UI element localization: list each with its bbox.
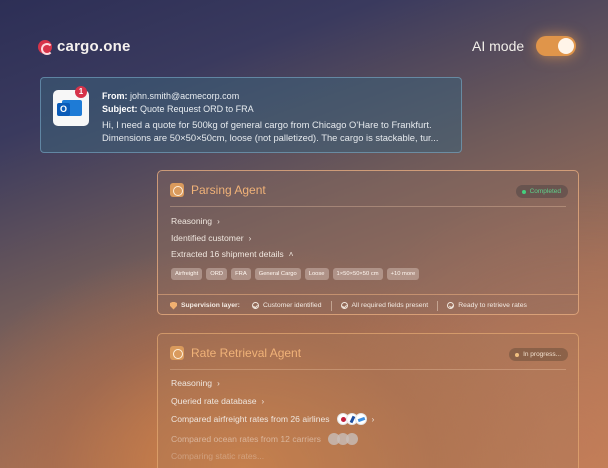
chevron-right-icon: › — [261, 396, 265, 406]
step-label: Compared airfreight rates from 26 airlin… — [171, 414, 330, 424]
carrier-logo-icon — [345, 433, 358, 445]
carrier-logos — [327, 433, 358, 445]
outlook-o-icon: O — [57, 103, 70, 116]
chevron-up-icon: ˄ — [288, 249, 294, 259]
rate-retrieval-agent-card: Rate Retrieval Agent In progress... Reas… — [157, 333, 579, 468]
step-compared-ocean: Compared ocean rates from 12 carriers — [171, 433, 358, 445]
status-dot-icon — [515, 352, 520, 357]
check-label: Ready to retrieve rates — [458, 302, 527, 309]
status-text: In progress... — [523, 351, 561, 358]
cargo-one-logo-icon — [38, 39, 53, 55]
subject-label: Subject: — [102, 104, 138, 114]
parsing-agent-card: Parsing Agent Completed Reasoning › Iden… — [157, 170, 579, 315]
step-identified-customer[interactable]: Identified customer › — [171, 233, 251, 243]
toggle-knob — [558, 38, 575, 54]
divider — [170, 206, 566, 207]
check-circle-icon — [251, 302, 259, 309]
agent-icon — [170, 346, 184, 360]
agent-header: Rate Retrieval Agent — [170, 346, 301, 360]
status-text: Completed — [529, 188, 561, 195]
chip: Loose — [304, 268, 329, 280]
step-label: Identified customer — [171, 233, 244, 243]
agent-icon — [170, 183, 184, 197]
step-comparing-static: Comparing static rates... — [171, 451, 264, 461]
airline-logo-icon — [354, 413, 367, 425]
email-subject: Quote Request ORD to FRA — [140, 104, 254, 114]
chip: ORD — [206, 268, 228, 280]
supervision-check: Ready to retrieve rates — [447, 302, 527, 309]
email-body-line: Dimensions are 50×50×50cm, loose (not pa… — [102, 132, 439, 143]
email-from-row: From: john.smith@acmecorp.com — [102, 90, 254, 103]
shipment-chips: Airfreight ORD FRA General Cargo Loose 1… — [171, 268, 420, 280]
step-label: Reasoning — [171, 216, 213, 226]
chip: Airfreight — [171, 268, 203, 280]
agent-title: Parsing Agent — [191, 183, 266, 197]
step-queried-rate-database[interactable]: Queried rate database › — [171, 396, 264, 406]
email-body-line: Hi, I need a quote for 500kg of general … — [102, 119, 432, 130]
supervision-check: Customer identified — [251, 302, 322, 309]
check-circle-icon — [340, 302, 348, 309]
status-badge: In progress... — [509, 348, 568, 361]
email-meta: From: john.smith@acmecorp.com Subject: Q… — [102, 90, 254, 116]
brand-name: cargo.one — [57, 38, 131, 55]
separator — [330, 300, 332, 311]
check-circle-icon — [447, 302, 455, 309]
status-badge: Completed — [515, 185, 568, 198]
outlook-icon: O 1 — [53, 86, 89, 126]
step-label: Extracted 16 shipment details — [171, 249, 284, 259]
chip: General Cargo — [254, 268, 301, 280]
supervision-check: All required fields present — [340, 302, 429, 309]
supervision-layer: Supervision layer: Customer identified A… — [158, 294, 578, 316]
chevron-right-icon: › — [371, 414, 375, 424]
step-label: Reasoning — [171, 378, 213, 388]
separator — [437, 300, 439, 311]
agent-header: Parsing Agent — [170, 183, 266, 197]
email-subject-row: Subject: Quote Request ORD to FRA — [102, 103, 254, 116]
chip: 1×50×50×50 cm — [332, 268, 383, 280]
chevron-right-icon: › — [217, 378, 220, 388]
step-label: Comparing static rates... — [171, 451, 265, 461]
check-label: All required fields present — [351, 302, 429, 309]
email-from: john.smith@acmecorp.com — [130, 91, 240, 101]
more-chip[interactable]: +10 more — [386, 268, 420, 280]
step-label: Queried rate database — [171, 396, 257, 406]
step-reasoning[interactable]: Reasoning › — [171, 216, 220, 226]
status-dot-icon — [521, 189, 526, 194]
agent-title: Rate Retrieval Agent — [191, 346, 302, 360]
check-label: Customer identified — [262, 302, 322, 309]
step-compared-airfreight[interactable]: Compared airfreight rates from 26 airlin… — [171, 413, 374, 425]
chip: FRA — [231, 268, 251, 280]
email-card[interactable]: O 1 From: john.smith@acmecorp.com Subjec… — [40, 77, 462, 153]
chevron-right-icon: › — [248, 233, 252, 243]
supervision-label: Supervision layer: — [181, 302, 240, 309]
email-body: Hi, I need a quote for 500kg of general … — [102, 118, 452, 144]
step-reasoning[interactable]: Reasoning › — [171, 378, 220, 388]
step-label: Compared ocean rates from 12 carriers — [171, 434, 321, 444]
ai-mode-toggle[interactable] — [536, 36, 577, 56]
step-extracted-details[interactable]: Extracted 16 shipment details ˄ — [171, 249, 293, 259]
brand-logo[interactable]: cargo.one — [38, 38, 130, 55]
ai-mode-label: AI mode — [472, 38, 525, 54]
shield-icon — [170, 301, 177, 310]
ai-mode-control: AI mode — [472, 36, 577, 56]
chevron-right-icon: › — [217, 216, 220, 226]
divider — [170, 369, 566, 370]
airline-logos — [336, 413, 367, 425]
unread-badge: 1 — [75, 86, 87, 98]
from-label: From: — [102, 91, 128, 101]
